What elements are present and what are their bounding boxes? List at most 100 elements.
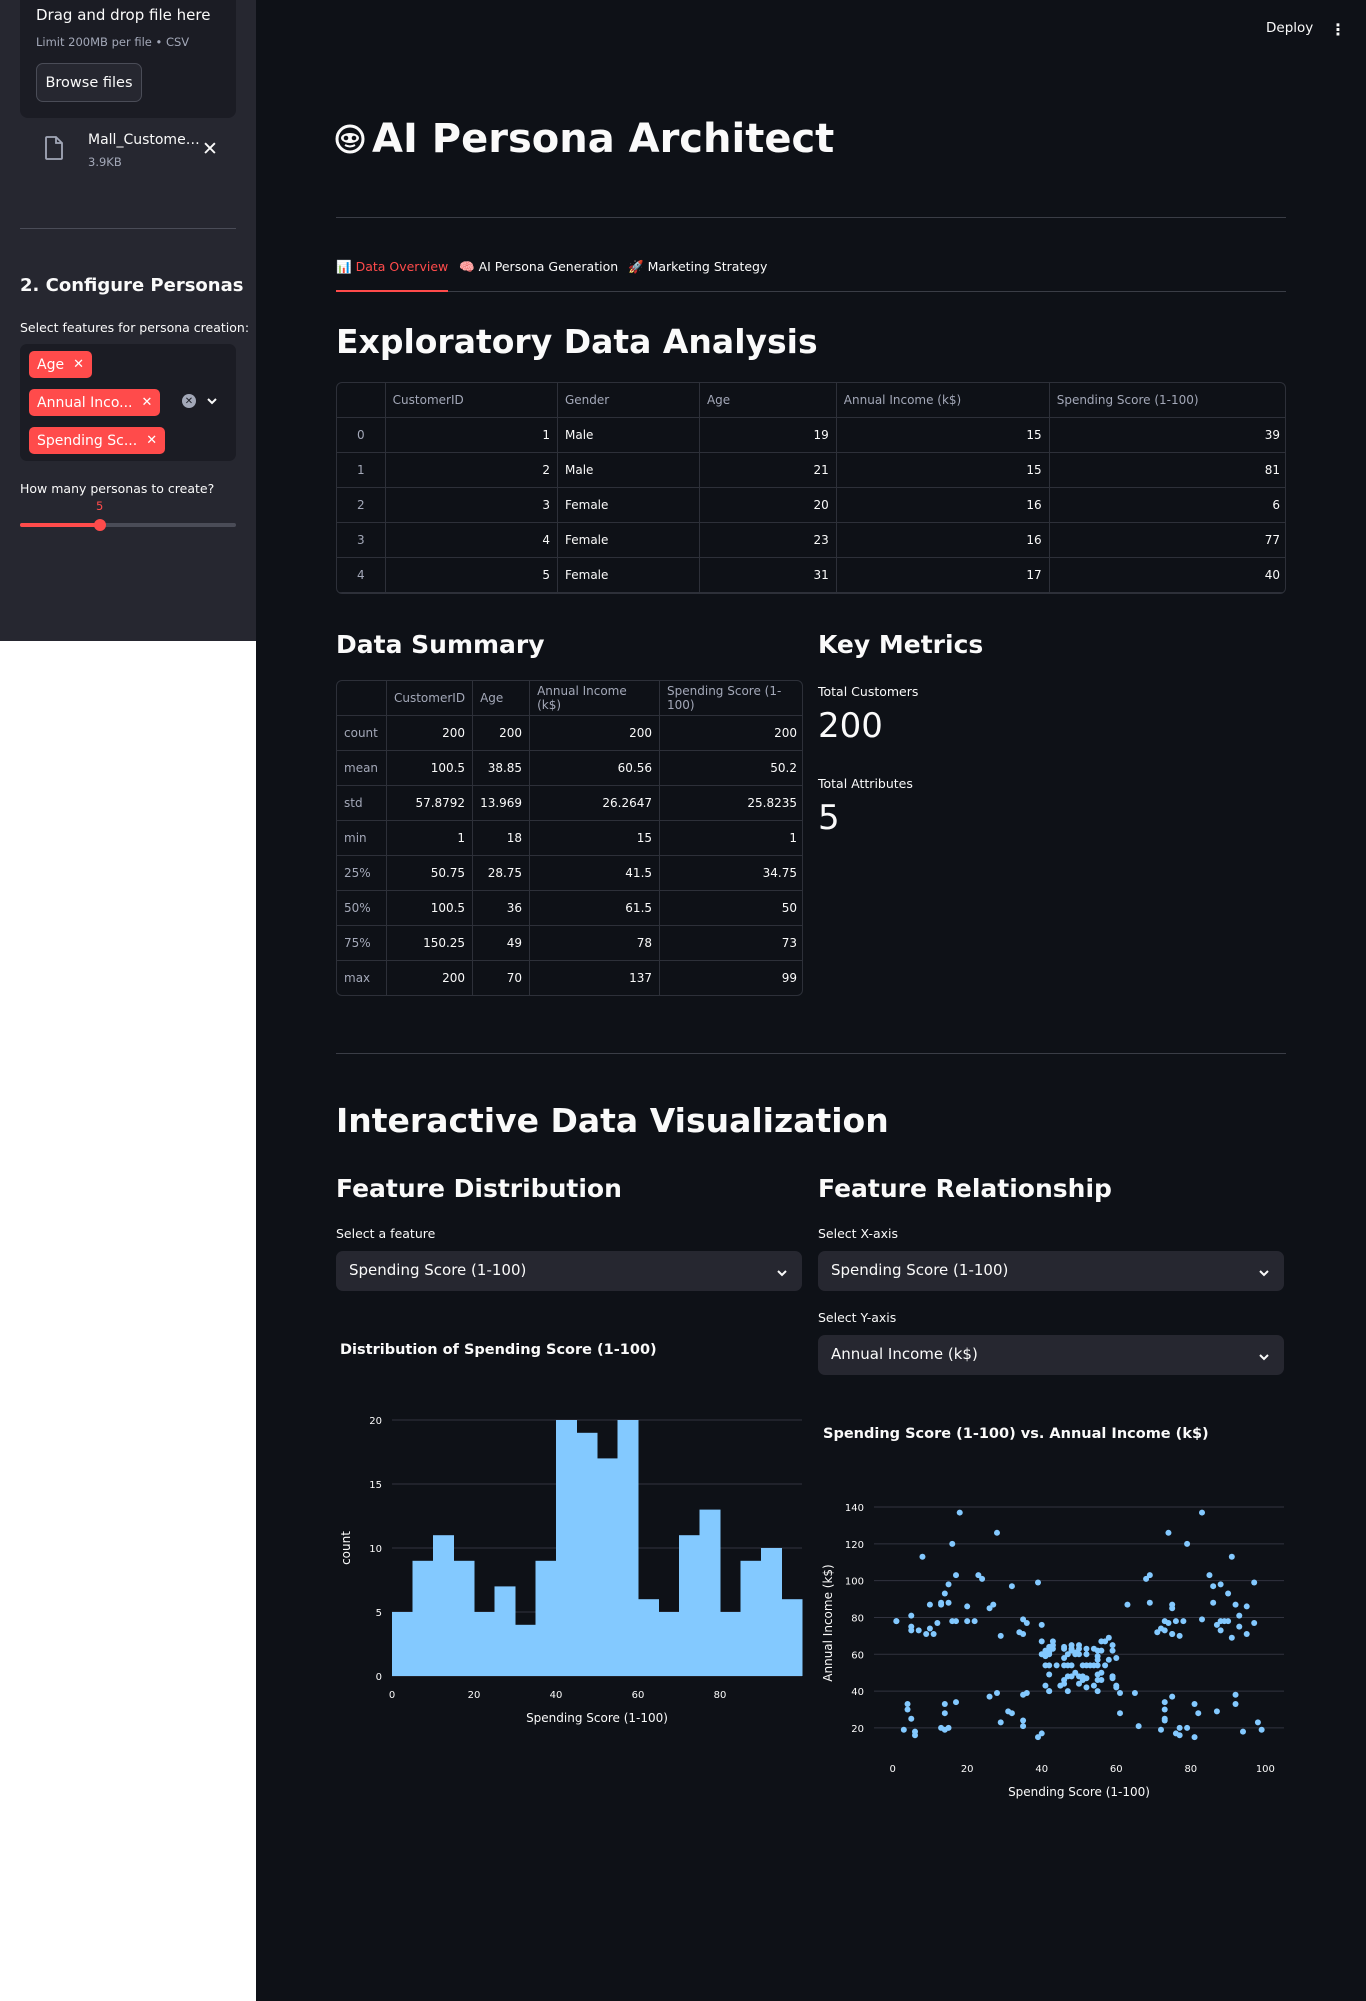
column-header[interactable]: Age [698, 383, 837, 418]
table-cell: 73 [659, 925, 802, 961]
file-size: 3.9KB [88, 155, 122, 169]
slider-fill [20, 523, 101, 527]
scatter-point [1210, 1599, 1217, 1606]
scatter-point [1258, 1726, 1265, 1733]
histogram-bar [556, 1420, 577, 1676]
scatter-point [1079, 1662, 1086, 1669]
scatter-point [1232, 1700, 1239, 1707]
scatter-point [1228, 1553, 1235, 1560]
scatter-point [938, 1599, 945, 1606]
scatter-point [1098, 1638, 1105, 1645]
feature-tag[interactable]: Annual Inco... ✕ [29, 389, 161, 416]
x-axis-select[interactable]: Spending Score (1-100) [818, 1251, 1284, 1291]
scatter-point [893, 1618, 900, 1625]
eda-dataframe[interactable]: CustomerID Gender Age Annual Income (k$) Spe… [336, 382, 1286, 594]
table-cell: 16 [835, 522, 1050, 558]
column-header[interactable]: Spending Score (1-100) [659, 681, 802, 716]
scatter-point [1158, 1726, 1164, 1733]
file-uploader-dropzone[interactable]: Drag and drop file here Limit 200MB per … [20, 0, 236, 118]
scatter-point [1243, 1631, 1250, 1638]
remove-tag-icon[interactable]: ✕ [73, 357, 84, 372]
summary-heading: Data Summary [336, 630, 545, 659]
column-header[interactable]: Spending Score (1-100) [1048, 383, 1285, 418]
scatter-point [904, 1700, 911, 1707]
column-header[interactable]: Annual Income (k$) [529, 681, 661, 716]
clear-all-icon[interactable]: ✕ [182, 394, 196, 408]
scatter-point [1172, 1618, 1179, 1625]
metric-value: 5 [818, 798, 840, 838]
scatter-chart[interactable]: 20 40 60 80 100 120 140 0 20 40 60 80 100 Spending Sc… [818, 1480, 1288, 1820]
scatter-point [1180, 1618, 1187, 1625]
remove-tag-icon[interactable]: ✕ [141, 395, 152, 410]
scatter-point [1094, 1677, 1101, 1684]
deploy-button[interactable]: Deploy [1266, 20, 1313, 36]
scatter-point [1072, 1669, 1079, 1676]
y-tick-label: 15 [369, 1480, 382, 1491]
summary-dataframe[interactable]: CustomerID Age Annual Income (k$) Spending … [336, 680, 803, 996]
table-row: 75% 150.25 49 78 73 [337, 925, 802, 961]
chevron-down-icon[interactable] [206, 392, 218, 411]
table-cell: 21 [698, 452, 837, 488]
y-tick-label: 80 [851, 1613, 864, 1624]
y-tick-label: 5 [376, 1608, 382, 1619]
histogram-chart[interactable]: 0 5 10 15 20 0 20 40 60 80 Spending Score (1-100) c… [336, 1400, 816, 1740]
table-row: 3 4 Female 23 16 77 [337, 522, 1285, 558]
scatter-point [941, 1710, 948, 1717]
tab-ai-persona-generation[interactable]: 🧠 AI Persona Generation [459, 259, 618, 292]
scatter-point [1083, 1684, 1090, 1691]
column-header[interactable]: Gender [557, 383, 700, 418]
scatter-point [1094, 1653, 1101, 1660]
row-index: 3 [337, 522, 386, 558]
table-cell: Female [557, 557, 700, 593]
scatter-point [1117, 1710, 1123, 1717]
slider-thumb[interactable] [94, 519, 106, 531]
remove-tag-icon[interactable]: ✕ [146, 433, 157, 448]
feature-select[interactable]: Spending Score (1-100) [336, 1251, 802, 1291]
feature-tag[interactable]: Spending Sc... ✕ [29, 427, 166, 454]
row-index: std [337, 785, 387, 821]
feature-tag-label: Age [37, 356, 65, 373]
tab-marketing-strategy[interactable]: 🚀 Marketing Strategy [628, 259, 767, 292]
x-tick-label: 100 [1256, 1764, 1275, 1775]
scatter-point [919, 1553, 926, 1560]
table-row: 2 3 Female 20 16 6 [337, 487, 1285, 523]
features-multiselect[interactable]: Age ✕ Annual Inco... ✕ Spending Sc... ✕ ✕ [20, 344, 236, 461]
row-index: 1 [337, 452, 386, 488]
histogram-bar [761, 1548, 782, 1676]
metric-value: 200 [818, 706, 883, 746]
scatter-point [923, 1631, 930, 1638]
kebab-icon[interactable]: ⋮ [1330, 20, 1346, 39]
row-index: 0 [337, 417, 386, 453]
scatter-point [945, 1724, 952, 1731]
table-cell: 99 [659, 960, 802, 995]
scatter-point [908, 1715, 915, 1722]
metrics-heading: Key Metrics [818, 630, 984, 659]
histogram-bar [433, 1535, 454, 1676]
row-index: min [337, 820, 387, 856]
table-row: 50% 100.5 36 61.5 50 [337, 890, 802, 926]
histogram-bar [617, 1420, 639, 1676]
table-cell: 200 [659, 715, 802, 751]
column-header[interactable]: Age [472, 681, 531, 716]
table-cell: 50 [659, 890, 802, 926]
histogram-bar [781, 1599, 803, 1676]
browse-files-button[interactable]: Browse files [36, 63, 142, 102]
column-header[interactable]: CustomerID [384, 383, 559, 418]
tab-data-overview[interactable]: 📊 Data Overview [336, 259, 449, 292]
table-cell: 17 [835, 557, 1050, 593]
column-header[interactable]: Annual Income (k$) [835, 383, 1050, 418]
table-cell: 1 [659, 820, 802, 856]
scatter-point [941, 1700, 948, 1707]
table-cell: 31 [698, 557, 837, 593]
histogram-bar [494, 1586, 516, 1676]
remove-file-icon[interactable]: ✕ [202, 138, 218, 160]
personas-slider[interactable] [20, 523, 236, 527]
column-header[interactable] [337, 681, 387, 716]
configure-heading: 2. Configure Personas [20, 275, 244, 296]
y-axis-select[interactable]: Annual Income (k$) [818, 1335, 1284, 1375]
histogram-bar [453, 1560, 475, 1676]
column-header[interactable]: CustomerID [385, 681, 474, 716]
column-header[interactable] [337, 383, 386, 418]
feature-tag[interactable]: Age ✕ [29, 351, 92, 378]
scatter-point [1199, 1509, 1205, 1516]
